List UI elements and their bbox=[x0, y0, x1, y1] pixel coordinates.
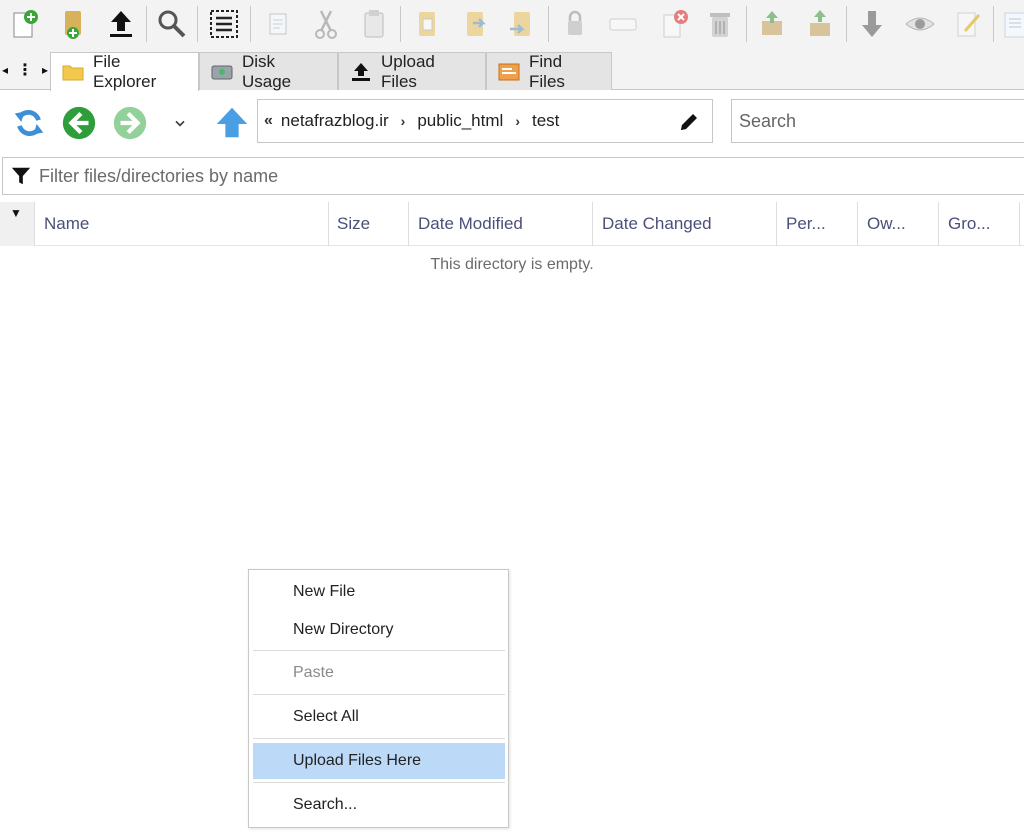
toolbar-separator bbox=[197, 6, 198, 42]
toolbar-separator bbox=[146, 6, 147, 42]
sort-triangle-icon: ▼ bbox=[10, 206, 22, 220]
toolbar-separator bbox=[400, 6, 401, 42]
forward-button[interactable] bbox=[110, 103, 150, 143]
chevron-down-icon[interactable] bbox=[162, 103, 198, 143]
compress-icon[interactable] bbox=[753, 4, 791, 44]
rename-icon[interactable] bbox=[604, 4, 642, 44]
move-to-folder-icon[interactable] bbox=[456, 4, 494, 44]
menu-item-paste: Paste bbox=[293, 664, 334, 681]
disk-icon bbox=[210, 61, 234, 83]
tab-label: Find Files bbox=[529, 51, 565, 91]
more-vertical-icon[interactable]: ⋮ bbox=[17, 60, 33, 80]
permissions-icon[interactable] bbox=[556, 4, 594, 44]
chevron-left-icon[interactable]: ◂ bbox=[2, 63, 8, 77]
empty-directory-message: This directory is empty. bbox=[430, 256, 594, 273]
toolbar-separator bbox=[846, 6, 847, 42]
column-date-modified[interactable]: Date Modified bbox=[409, 202, 593, 246]
breadcrumb-item[interactable]: test bbox=[532, 111, 559, 131]
breadcrumb-item[interactable]: public_html bbox=[417, 111, 503, 131]
tab-find-files[interactable]: Find Files bbox=[486, 51, 612, 91]
up-directory-button[interactable] bbox=[212, 103, 252, 143]
trash-icon[interactable] bbox=[701, 4, 739, 44]
upload-icon[interactable] bbox=[102, 4, 140, 44]
tab-strip: ◂ ⋮ ▸ File Explorer Disk Usage Upload Fi… bbox=[0, 50, 1024, 91]
view-icon[interactable] bbox=[901, 4, 939, 44]
toolbar-separator bbox=[548, 6, 549, 42]
menu-item-new-directory[interactable]: New Directory bbox=[253, 612, 505, 648]
toolbar-separator bbox=[250, 6, 251, 42]
paste-icon[interactable] bbox=[355, 4, 393, 44]
copy-to-folder-icon[interactable] bbox=[408, 4, 446, 44]
filter-input[interactable] bbox=[39, 159, 939, 193]
context-menu: New File New Directory Paste Select All … bbox=[248, 569, 509, 828]
refresh-icon[interactable] bbox=[9, 103, 49, 143]
chevron-right-icon: › bbox=[515, 113, 520, 129]
new-file-icon[interactable] bbox=[6, 4, 44, 44]
menu-item-select-all[interactable]: Select All bbox=[253, 699, 505, 735]
column-permissions[interactable]: Per... bbox=[777, 202, 858, 246]
column-header: ▼ Name Size Date Modified Date Changed P… bbox=[0, 202, 1024, 246]
toolbar-separator bbox=[993, 6, 994, 42]
extract-icon[interactable] bbox=[801, 4, 839, 44]
search-icon[interactable] bbox=[153, 4, 191, 44]
html-editor-icon[interactable] bbox=[999, 4, 1024, 44]
download-icon[interactable] bbox=[853, 4, 891, 44]
breadcrumb-root-icon[interactable]: « bbox=[264, 112, 273, 130]
upload-icon bbox=[349, 61, 373, 83]
cut-icon[interactable] bbox=[307, 4, 345, 44]
menu-separator bbox=[253, 738, 505, 739]
tab-disk-usage[interactable]: Disk Usage bbox=[199, 51, 338, 91]
menu-item-search[interactable]: Search... bbox=[253, 787, 505, 823]
breadcrumb: « netafrazblog.ir › public_html › test bbox=[257, 99, 713, 143]
find-files-icon bbox=[497, 61, 521, 83]
chevron-right-icon[interactable]: ▸ bbox=[42, 63, 48, 77]
menu-item-new-file[interactable]: New File bbox=[253, 574, 505, 610]
menu-separator bbox=[253, 782, 505, 783]
chevron-right-icon: › bbox=[400, 113, 406, 129]
filter-bar bbox=[2, 157, 1024, 195]
menu-item-upload-files-here[interactable]: Upload Files Here bbox=[253, 743, 505, 779]
toolbar-separator bbox=[746, 6, 747, 42]
tab-label: File Explorer bbox=[93, 52, 157, 91]
column-group[interactable]: Gro... bbox=[939, 202, 1020, 246]
menu-separator bbox=[253, 694, 505, 695]
filter-icon bbox=[3, 158, 39, 194]
tab-label: Upload Files bbox=[381, 51, 435, 91]
column-date-changed[interactable]: Date Changed bbox=[593, 202, 777, 246]
column-size[interactable]: Size bbox=[328, 202, 409, 246]
new-folder-icon[interactable] bbox=[55, 4, 93, 44]
delete-file-icon[interactable] bbox=[655, 4, 693, 44]
tab-label: Disk Usage bbox=[242, 51, 292, 91]
navigation-bar: « netafrazblog.ir › public_html › test bbox=[0, 91, 1024, 153]
pencil-icon[interactable] bbox=[676, 109, 702, 135]
back-button[interactable] bbox=[59, 103, 99, 143]
rename-folder-icon[interactable] bbox=[502, 4, 540, 44]
breadcrumb-item[interactable]: netafrazblog.ir bbox=[281, 111, 389, 131]
search-input[interactable] bbox=[731, 99, 1024, 143]
sort-toggle[interactable]: ▼ bbox=[0, 202, 35, 246]
toolbar bbox=[0, 0, 1024, 50]
column-owner[interactable]: Ow... bbox=[858, 202, 939, 246]
edit-icon[interactable] bbox=[949, 4, 987, 44]
select-all-icon[interactable] bbox=[205, 4, 243, 44]
tab-upload-files[interactable]: Upload Files bbox=[338, 51, 486, 91]
folder-icon bbox=[61, 61, 85, 83]
menu-separator bbox=[253, 650, 505, 651]
column-name[interactable]: Name bbox=[35, 202, 329, 246]
tab-scroll-controls[interactable]: ◂ ⋮ ▸ bbox=[2, 58, 48, 82]
tab-file-explorer[interactable]: File Explorer bbox=[50, 52, 199, 91]
copy-icon[interactable] bbox=[259, 4, 297, 44]
